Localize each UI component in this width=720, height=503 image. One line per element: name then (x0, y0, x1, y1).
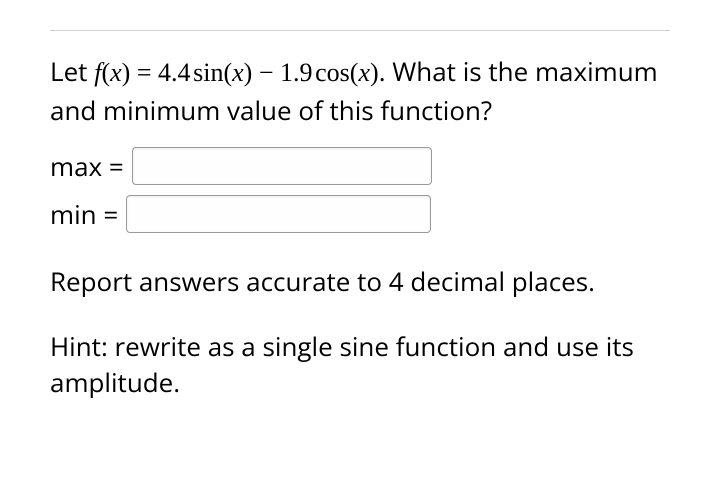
math-cos: cos (315, 58, 350, 87)
min-input[interactable] (126, 195, 431, 233)
math-variable-3: x (358, 58, 370, 87)
math-open-paren-1: ( (101, 58, 110, 87)
math-sin: sin (193, 58, 223, 87)
math-variable-1: x (110, 58, 122, 87)
math-open-paren-2: ( (223, 58, 232, 87)
math-variable-2: x (232, 58, 244, 87)
accuracy-instruction: Report answers accurate to 4 decimal pla… (50, 263, 670, 299)
math-equals: = (130, 58, 158, 87)
max-input-row: max = (50, 147, 670, 185)
max-label: max = (50, 148, 124, 184)
question-prefix: Let (50, 53, 94, 89)
min-input-row: min = (50, 195, 670, 233)
math-coefficient-b: 1.9 (280, 58, 313, 87)
math-minus: − (252, 58, 280, 87)
min-label: min = (50, 196, 118, 232)
question-prompt: Let f(x) = 4.4 sin(x) − 1.9 cos(x). What… (50, 53, 670, 129)
math-close-paren-3: ) (370, 58, 379, 87)
hint-text: Hint: rewrite as a single sine function … (50, 328, 670, 401)
max-input[interactable] (132, 147, 432, 185)
top-divider (50, 30, 670, 31)
math-coefficient-a: 4.4 (158, 58, 191, 87)
